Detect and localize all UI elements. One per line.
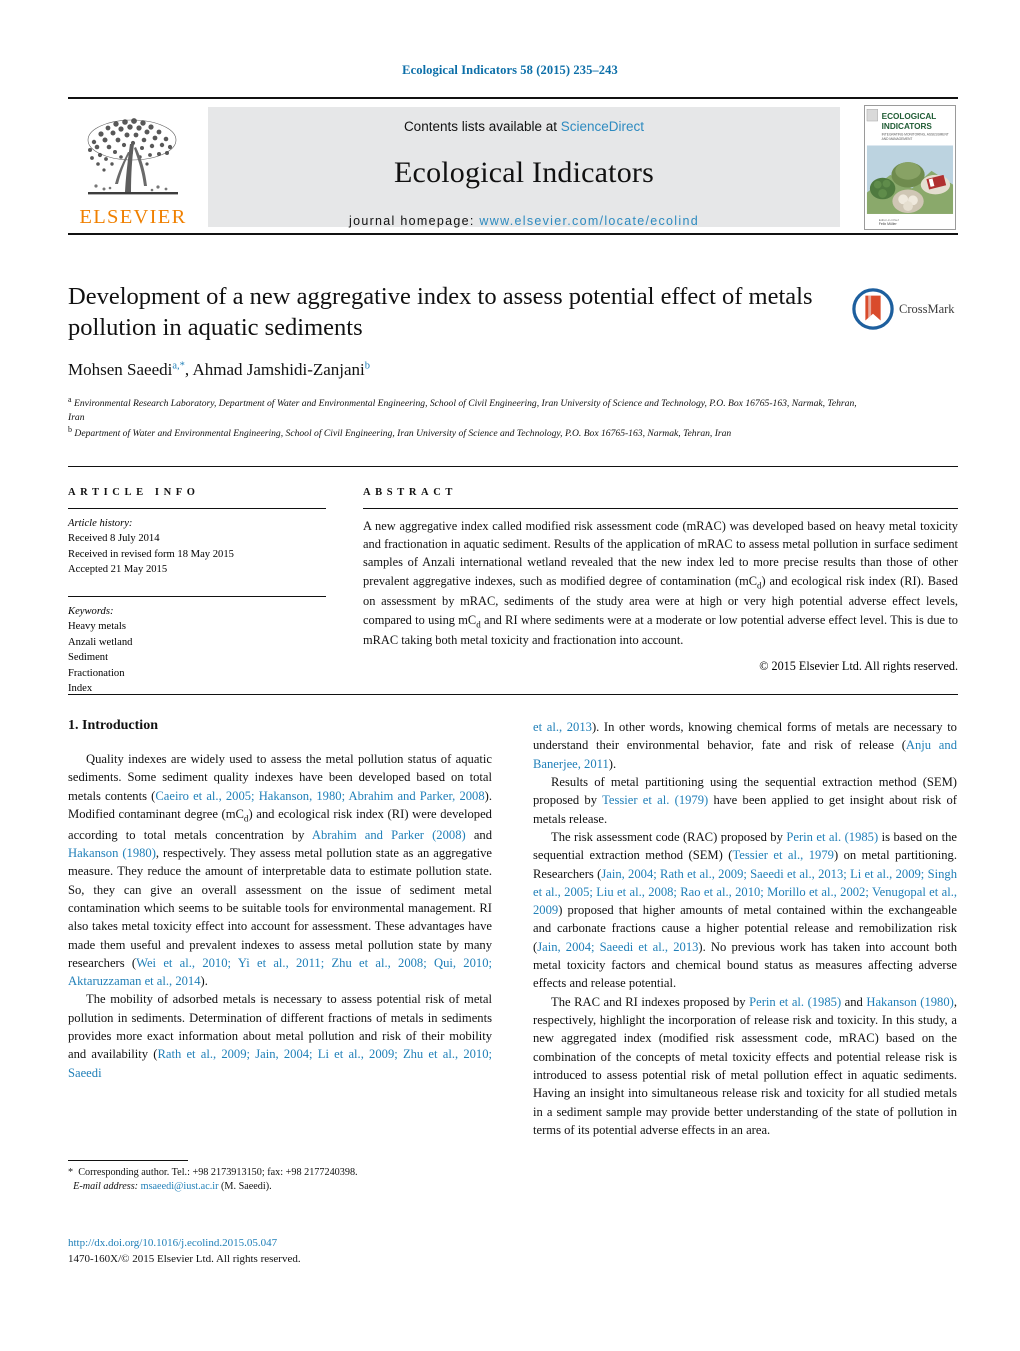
homepage-prefix: journal homepage:	[349, 214, 480, 228]
keyword-item: Fractionation	[68, 667, 125, 679]
journal-masthead: ELSEVIER Contents lists available at Sci…	[68, 97, 958, 235]
keywords-block: Keywords: Heavy metals Anzali wetland Se…	[68, 595, 326, 697]
svg-text:Felix Müller: Felix Müller	[879, 222, 898, 226]
crossmark-badge[interactable]: CrossMark	[852, 284, 956, 334]
article-info-rule	[68, 508, 326, 509]
keywords-rule	[68, 595, 326, 597]
journal-cover-thumbnail: ECOLOGICAL INDICATORS INTEGRATING MONITO…	[864, 105, 956, 230]
email-suffix: (M. Saeedi).	[221, 1181, 272, 1193]
affiliation-b-text: Department of Water and Environmental En…	[74, 428, 732, 440]
svg-text:INTEGRATING MONITORING, ASSESS: INTEGRATING MONITORING, ASSESSMENT	[882, 133, 949, 137]
affiliation-b: b Department of Water and Environmental …	[68, 425, 732, 440]
page-title: Development of a new aggregative index t…	[68, 283, 813, 341]
article-history-label: Article history:	[68, 518, 133, 529]
doi-block: http://dx.doi.org/10.1016/j.ecolind.2015…	[68, 1236, 492, 1267]
running-head: Ecological Indicators 58 (2015) 235–243	[402, 63, 618, 77]
paragraph: Quality indexes are widely used to asses…	[68, 752, 492, 989]
history-item: Accepted 21 May 2015	[68, 564, 168, 576]
svg-text:Editor-in-Chief: Editor-in-Chief	[879, 218, 899, 222]
footnote-block: * Corresponding author. Tel.: +98 217391…	[68, 1160, 492, 1195]
svg-text:ECOLOGICAL: ECOLOGICAL	[882, 112, 937, 121]
info-section-top-rule	[68, 466, 958, 467]
abstract-column: ABSTRACT A new aggregative index called …	[363, 487, 958, 674]
abstract-label: ABSTRACT	[363, 487, 457, 498]
affiliation-a: a Environmental Research Laboratory, Dep…	[68, 394, 857, 423]
journal-title: Ecological Indicators	[394, 156, 654, 189]
body-column-right: et al., 2013). In other words, knowing c…	[533, 718, 957, 1139]
corresponding-author-note: * Corresponding author. Tel.: +98 217391…	[68, 1167, 358, 1178]
svg-text:INDICATORS: INDICATORS	[882, 122, 933, 131]
journal-homepage-line: journal homepage: www.elsevier.com/locat…	[208, 214, 840, 228]
info-section-bottom-rule	[68, 694, 958, 695]
crossmark-label: CrossMark	[899, 301, 955, 316]
keywords-label: Keywords:	[68, 605, 114, 617]
article-history-block: Article history: Received 8 July 2014 Re…	[68, 516, 326, 578]
paragraph: The mobility of adsorbed metals is neces…	[68, 992, 493, 1080]
sciencedirect-link[interactable]: ScienceDirect	[561, 119, 644, 134]
contents-available-line: Contents lists available at ScienceDirec…	[208, 119, 840, 134]
keyword-item: Anzali wetland	[68, 636, 133, 648]
paragraph: et al., 2013). In other words, knowing c…	[533, 720, 957, 771]
paragraph: The RAC and RI indexes proposed by Perin…	[533, 994, 957, 1137]
abstract-copyright: © 2015 Elsevier Ltd. All rights reserved…	[759, 659, 958, 674]
homepage-url-link[interactable]: www.elsevier.com/locate/ecolind	[479, 214, 699, 228]
title-block: Development of a new aggregative index t…	[68, 282, 958, 441]
author-list: Mohsen Saeedia,*, Ahmad Jamshidi-Zanjani…	[68, 359, 371, 379]
abstract-text: A new aggregative index called modified …	[363, 519, 958, 648]
body-column-left: 1. Introduction Quality indexes are wide…	[68, 718, 492, 1082]
affiliations: a Environmental Research Laboratory, Dep…	[68, 394, 858, 441]
history-item: Received in revised form 18 May 2015	[68, 548, 234, 560]
article-info-column: ARTICLE INFO Article history: Received 8…	[68, 487, 326, 697]
crossmark-icon	[852, 288, 894, 330]
journal-article-page: Ecological Indicators 58 (2015) 235–243	[0, 0, 1020, 1351]
email-label: E-mail address:	[73, 1181, 139, 1193]
keyword-item: Sediment	[68, 652, 109, 664]
elsevier-tree-icon	[74, 114, 192, 206]
svg-text:AND MANAGEMENT: AND MANAGEMENT	[882, 137, 913, 141]
history-item: Received 8 July 2014	[68, 533, 160, 545]
affiliation-a-text: Environmental Research Laboratory, Depar…	[68, 397, 857, 423]
paragraph: The risk assessment code (RAC) proposed …	[533, 829, 957, 991]
masthead-center-panel: Contents lists available at ScienceDirec…	[208, 107, 840, 228]
email-note: E-mail address: msaeedi@iust.ac.ir (M. S…	[68, 1180, 492, 1194]
issn-copyright-line: 1470-160X/© 2015 Elsevier Ltd. All right…	[68, 1252, 301, 1265]
paragraph: Results of metal partitioning using the …	[533, 774, 957, 826]
footnote-rule	[68, 1160, 188, 1161]
abstract-rule	[363, 508, 958, 509]
article-info-label: ARTICLE INFO	[68, 487, 200, 498]
elsevier-logo: ELSEVIER	[72, 109, 194, 227]
email-link[interactable]: msaeedi@iust.ac.ir	[141, 1181, 219, 1192]
contents-prefix: Contents lists available at	[403, 119, 561, 134]
doi-link[interactable]: http://dx.doi.org/10.1016/j.ecolind.2015…	[68, 1236, 492, 1252]
elsevier-wordmark: ELSEVIER	[79, 205, 187, 228]
keyword-item: Heavy metals	[68, 621, 126, 633]
section-heading-introduction: 1. Introduction	[68, 718, 158, 733]
